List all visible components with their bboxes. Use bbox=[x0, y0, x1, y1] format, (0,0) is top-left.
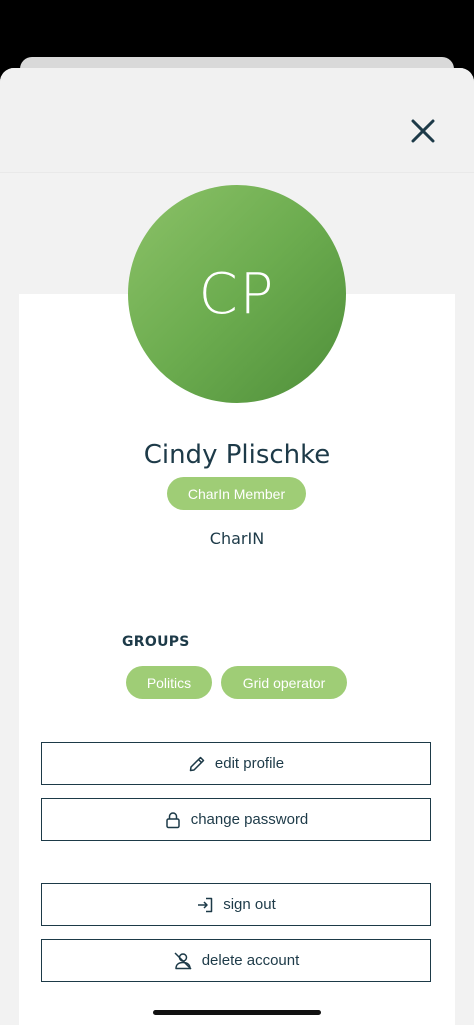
avatar-initials: CP bbox=[198, 261, 276, 327]
groups-heading: GROUPS bbox=[122, 634, 190, 650]
sign-out-button[interactable]: sign out bbox=[41, 883, 431, 926]
edit-profile-label: edit profile bbox=[214, 755, 285, 772]
profile-sheet: CP Cindy Plischke CharIn Member CharIN G… bbox=[0, 68, 474, 1025]
edit-profile-button[interactable]: edit profile bbox=[41, 742, 431, 785]
sign-out-label: sign out bbox=[223, 896, 276, 913]
sheet-header bbox=[0, 68, 474, 173]
lock-icon bbox=[165, 811, 180, 828]
delete-account-label: delete account bbox=[201, 952, 300, 969]
sign-in-arrow-icon bbox=[198, 897, 213, 912]
profile-name: Cindy Plischke bbox=[143, 440, 331, 470]
change-password-button[interactable]: change password bbox=[41, 798, 431, 841]
delete-account-button[interactable]: delete account bbox=[41, 939, 431, 982]
close-button[interactable] bbox=[404, 112, 442, 150]
pencil-icon bbox=[189, 756, 205, 771]
avatar: CP bbox=[128, 185, 346, 403]
home-indicator bbox=[153, 1010, 321, 1015]
change-password-label: change password bbox=[190, 811, 309, 828]
member-badge: CharIn Member bbox=[167, 477, 306, 510]
close-icon bbox=[411, 119, 435, 143]
organization-name: CharIN bbox=[209, 529, 265, 548]
user-slash-icon bbox=[174, 951, 192, 970]
group-chip-grid-operator[interactable]: Grid operator bbox=[221, 666, 347, 699]
group-chip-politics[interactable]: Politics bbox=[126, 666, 212, 699]
